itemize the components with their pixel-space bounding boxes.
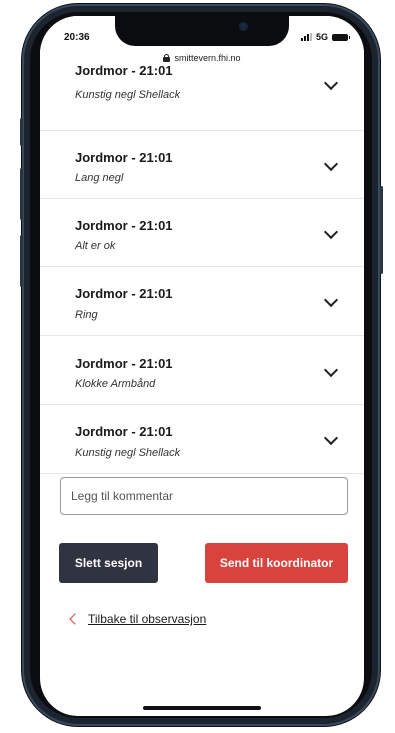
phone-side-button <box>20 235 23 287</box>
phone-notch <box>115 16 289 46</box>
chevron-left-icon <box>69 613 81 625</box>
signal-icon <box>300 33 312 41</box>
observation-item[interactable]: Jordmor - 21:01 Kunstig negl Shellack <box>40 60 364 131</box>
observation-title: Jordmor - 21:01 <box>75 63 173 78</box>
observation-subtitle: Alt er ok <box>75 240 116 252</box>
observation-title: Jordmor - 21:01 <box>75 150 173 165</box>
chevron-down-icon[interactable] <box>323 75 339 91</box>
chevron-down-icon[interactable] <box>323 224 339 240</box>
observation-subtitle: Kunstig negl Shellack <box>75 447 181 459</box>
chevron-down-icon[interactable] <box>323 362 339 378</box>
battery-icon <box>332 33 350 41</box>
chevron-down-icon[interactable] <box>323 292 339 308</box>
status-time: 20:36 <box>64 32 90 43</box>
chevron-down-icon[interactable] <box>323 156 339 172</box>
observation-item[interactable]: Jordmor - 21:01 Kunstig negl Shellack <box>40 404 364 474</box>
phone-side-button <box>20 118 23 146</box>
phone-side-button <box>380 186 383 274</box>
comment-input[interactable] <box>60 477 348 515</box>
delete-session-button[interactable]: Slett sesjon <box>59 543 158 583</box>
send-to-coordinator-button[interactable]: Send til koordinator <box>205 543 348 583</box>
lock-icon <box>163 54 171 62</box>
browser-url: smittevern.fhi.no <box>174 53 241 63</box>
observation-title: Jordmor - 21:01 <box>75 424 173 439</box>
observation-subtitle: Lang negl <box>75 172 124 184</box>
observation-item[interactable]: Jordmor - 21:01 Lang negl <box>40 130 364 199</box>
observation-item[interactable]: Jordmor - 21:01 Ring <box>40 266 364 336</box>
observation-subtitle: Ring <box>75 309 98 321</box>
observation-title: Jordmor - 21:01 <box>75 356 173 371</box>
back-to-observation-link[interactable]: Tilbake til observasjon <box>68 612 206 626</box>
home-indicator[interactable] <box>143 706 261 710</box>
observation-title: Jordmor - 21:01 <box>75 286 173 301</box>
observation-item[interactable]: Jordmor - 21:01 Klokke Armbånd <box>40 335 364 405</box>
observation-item[interactable]: Jordmor - 21:01 Alt er ok <box>40 198 364 267</box>
phone-screen: Jordmor - 21:01 Kunstig negl Shellack Jo… <box>40 16 364 716</box>
camera-icon <box>239 22 248 31</box>
observation-subtitle: Kunstig negl Shellack <box>75 89 181 101</box>
observation-title: Jordmor - 21:01 <box>75 218 173 233</box>
chevron-down-icon[interactable] <box>323 430 339 446</box>
observation-subtitle: Klokke Armbånd <box>75 378 156 390</box>
phone-side-button <box>20 168 23 220</box>
browser-url-bar[interactable]: smittevern.fhi.no <box>40 52 364 64</box>
network-type: 5G <box>315 32 328 42</box>
status-indicators: 5G <box>300 32 350 42</box>
back-link-label: Tilbake til observasjon <box>88 612 207 626</box>
